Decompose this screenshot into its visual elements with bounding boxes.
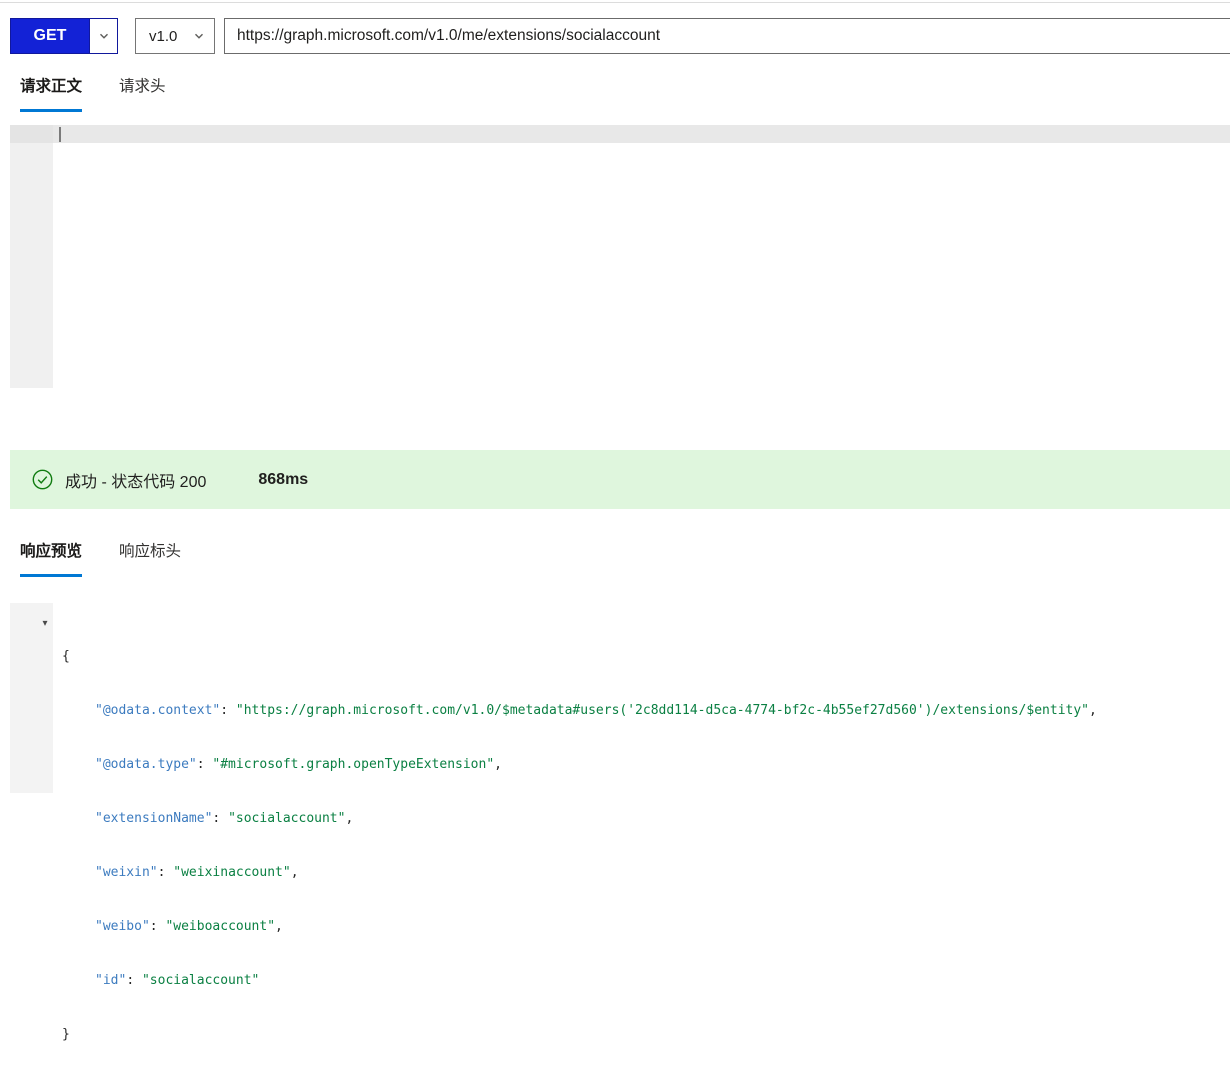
api-version-select[interactable]: v1.0: [135, 18, 215, 54]
method-button[interactable]: GET: [11, 19, 89, 53]
request-tabs: 请求正文 请求头: [20, 74, 166, 112]
tab-response-preview[interactable]: 响应预览: [20, 539, 82, 577]
json-value: "socialaccount": [228, 811, 345, 826]
json-key: "id": [95, 973, 126, 988]
tab-response-headers[interactable]: 响应标头: [119, 539, 181, 577]
request-url-input[interactable]: [224, 18, 1230, 54]
editor-cursor: [59, 127, 61, 142]
json-line: "weixin": "weixinaccount",: [62, 864, 1097, 882]
method-dropdown: GET: [10, 18, 118, 54]
tab-request-body[interactable]: 请求正文: [20, 74, 82, 112]
fold-collapse-icon[interactable]: ▾: [37, 614, 53, 632]
json-key: "weibo": [95, 919, 150, 934]
request-body-editor[interactable]: [10, 125, 1230, 388]
json-line: }: [62, 1026, 1097, 1044]
request-bar: GET v1.0: [10, 18, 1230, 54]
chevron-down-icon: [193, 30, 205, 42]
response-json: { "@odata.context": "https://graph.micro…: [62, 612, 1097, 1080]
json-line: "id": "socialaccount": [62, 972, 1097, 990]
json-value: "socialaccount": [142, 973, 259, 988]
json-value: "weixinaccount": [173, 865, 290, 880]
editor-current-line: [10, 125, 1230, 143]
json-key: "@odata.context": [95, 703, 220, 718]
response-tabs: 响应预览 响应标头: [20, 539, 181, 577]
json-line: "extensionName": "socialaccount",: [62, 810, 1097, 828]
json-value: "https://graph.microsoft.com/v1.0/$metad…: [236, 703, 1089, 718]
json-value: "weiboaccount": [165, 919, 275, 934]
editor-gutter: [10, 143, 53, 388]
success-check-icon: [32, 469, 53, 490]
json-line: "weibo": "weiboaccount",: [62, 918, 1097, 936]
chevron-down-icon: [98, 30, 110, 42]
response-viewer[interactable]: ▾ { "@odata.context": "https://graph.mic…: [10, 603, 1230, 793]
top-divider: [0, 2, 1230, 3]
status-text: 成功 - 状态代码 200: [65, 468, 206, 492]
json-key: "@odata.type": [95, 757, 197, 772]
json-value: "#microsoft.graph.openTypeExtension": [212, 757, 494, 772]
editor-gutter: [10, 125, 53, 143]
api-version-label: v1.0: [149, 28, 177, 45]
response-duration: 868ms: [258, 471, 308, 489]
json-key: "extensionName": [95, 811, 212, 826]
response-status-banner: 成功 - 状态代码 200 868ms: [10, 450, 1230, 509]
tab-request-headers[interactable]: 请求头: [119, 74, 166, 112]
method-dropdown-toggle[interactable]: [89, 19, 117, 53]
json-line: "@odata.type": "#microsoft.graph.openTyp…: [62, 756, 1097, 774]
json-line: {: [62, 648, 1097, 666]
json-line: "@odata.context": "https://graph.microso…: [62, 702, 1097, 720]
json-key: "weixin": [95, 865, 158, 880]
